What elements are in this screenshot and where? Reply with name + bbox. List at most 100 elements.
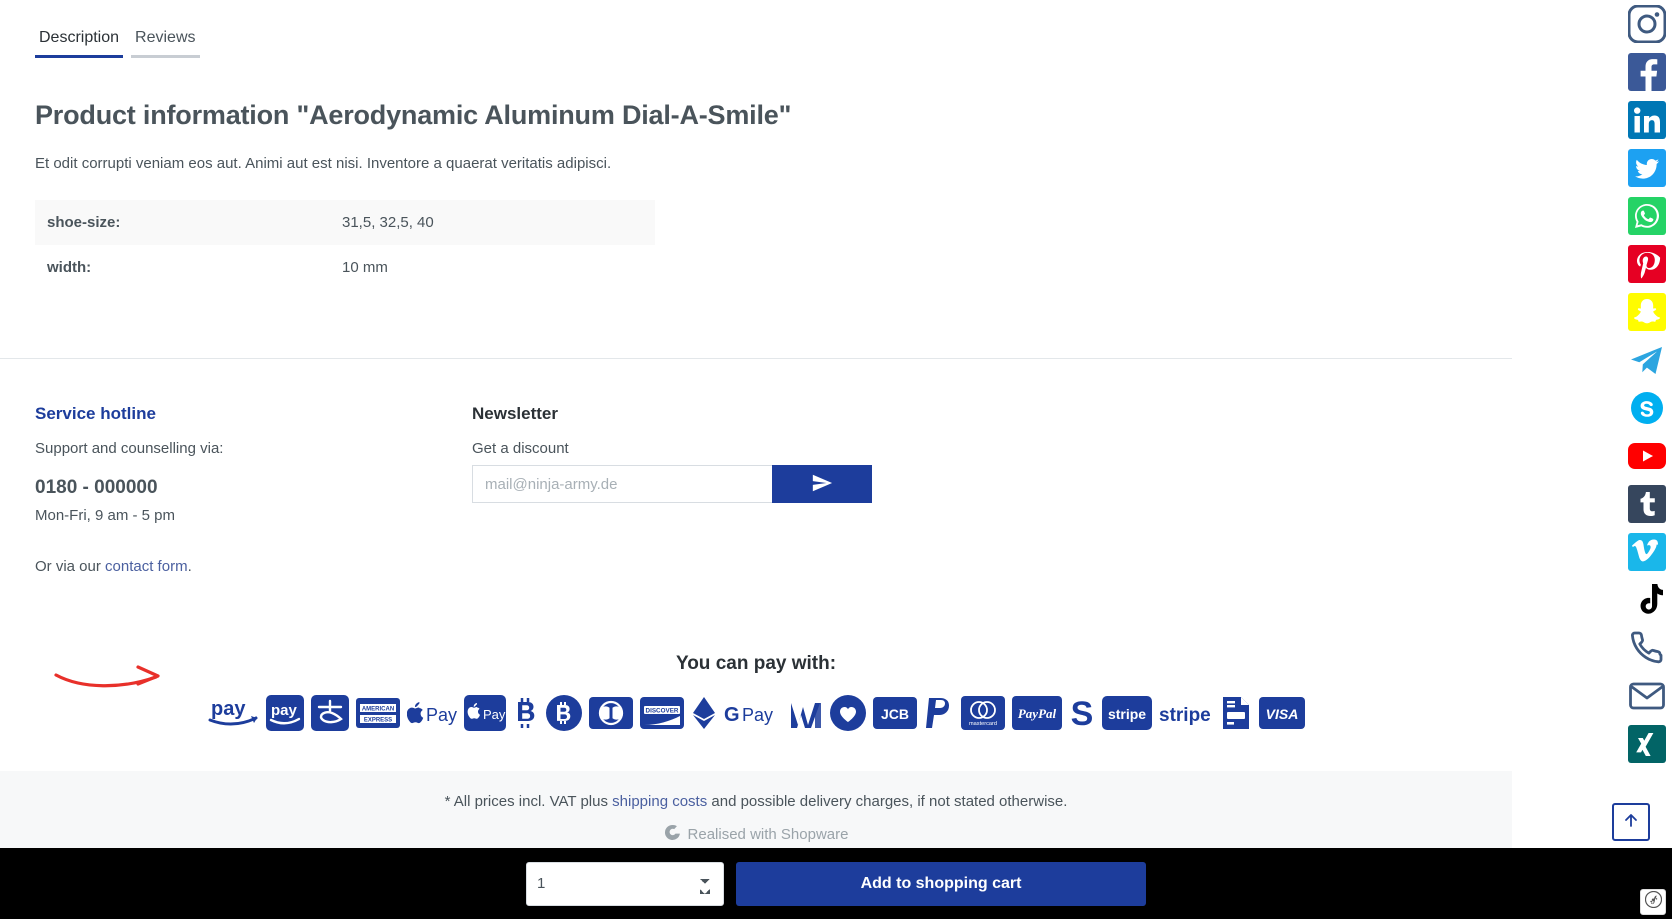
youtube-icon	[1627, 441, 1666, 471]
amazon-pay-icon: pay	[207, 695, 259, 731]
linkedin-icon	[1627, 100, 1666, 139]
social-link-tiktok[interactable]	[1624, 576, 1669, 623]
telegram-icon	[1628, 341, 1666, 379]
ethereum-icon	[691, 695, 717, 731]
sofort-icon: S	[1069, 695, 1095, 731]
social-link-linkedin[interactable]	[1624, 96, 1669, 143]
skype-icon	[1628, 389, 1666, 427]
apple-pay-box-icon: Pay	[464, 695, 506, 732]
whatsapp-icon	[1627, 196, 1666, 235]
newsletter-title: Newsletter	[472, 404, 558, 424]
add-to-cart-button[interactable]: Add to shopping cart	[736, 861, 1146, 906]
svg-text:Pay: Pay	[483, 707, 506, 722]
instagram-icon	[1627, 4, 1666, 43]
xing-icon	[1627, 724, 1666, 763]
quantity-select[interactable]: 1	[526, 861, 724, 906]
contact-form-link[interactable]: contact form	[105, 558, 188, 575]
social-link-twitter[interactable]	[1624, 144, 1669, 191]
american-express-icon: AMERICAN EXPRESS	[356, 695, 400, 731]
newsletter-email-input[interactable]	[472, 465, 772, 504]
discover-icon: DISCOVER	[640, 695, 684, 731]
social-link-whatsapp[interactable]	[1624, 192, 1669, 239]
svg-text:stripe: stripe	[1159, 705, 1211, 726]
svg-text:DISCOVER: DISCOVER	[646, 708, 679, 715]
social-link-snapchat[interactable]	[1624, 288, 1669, 335]
bitcoin-circle-icon	[546, 695, 582, 732]
product-properties-table: shoe-size: 31,5, 32,5, 40 width: 10 mm	[35, 200, 655, 290]
svg-text:AMERICAN: AMERICAN	[362, 707, 394, 713]
alipay-icon	[311, 695, 349, 732]
tiktok-icon	[1630, 581, 1664, 619]
newsletter-form	[472, 465, 872, 504]
page-content: Description Reviews Product information …	[0, 0, 1512, 872]
social-link-skype[interactable]	[1624, 384, 1669, 431]
svg-text:PayPal: PayPal	[1018, 706, 1057, 721]
shipping-costs-link[interactable]: shipping costs	[612, 793, 707, 810]
svg-text:mastercard: mastercard	[969, 721, 997, 727]
svg-text:S: S	[1071, 695, 1094, 731]
page-title: Product information "Aerodynamic Aluminu…	[35, 100, 792, 131]
mastercard-icon: mastercard	[961, 695, 1005, 731]
payment-icon-row: pay pay AMERICAN EXPRESS Pay Pay DISCOVE…	[0, 695, 1512, 732]
service-hotline-hours: Mon-Fri, 9 am - 5 pm	[35, 507, 176, 525]
social-link-pinterest[interactable]	[1624, 240, 1669, 287]
bitcoin-icon	[513, 695, 539, 731]
footer-columns: Service hotline Support and counselling …	[0, 359, 1512, 595]
shopware-credit: Realised with Shopware	[0, 824, 1512, 845]
property-label: shoe-size:	[47, 214, 121, 232]
social-link-xing[interactable]	[1624, 720, 1669, 767]
svg-text:G: G	[724, 704, 740, 726]
contact-form-suffix: .	[187, 558, 192, 576]
contact-form-prefix: Or via our	[35, 558, 106, 576]
table-row: width: 10 mm	[35, 245, 655, 290]
svg-text:VISA: VISA	[1266, 706, 1299, 722]
social-link-vimeo[interactable]	[1624, 528, 1669, 575]
invoice-icon	[1220, 695, 1252, 731]
google-pay-icon: G Pay	[724, 695, 782, 731]
svg-text:pay: pay	[211, 698, 246, 720]
social-sidebar	[1622, 0, 1672, 768]
service-hotline-phone: 0180 - 000000	[35, 477, 158, 499]
tumblr-icon	[1627, 484, 1666, 523]
vat-notice: * All prices incl. VAT plus shipping cos…	[0, 793, 1512, 810]
social-link-instagram[interactable]	[1624, 0, 1669, 47]
payment-methods-block: You can pay with: pay pay AMERICAN EXPRE…	[0, 653, 1512, 732]
vat-notice-suffix: and possible delivery charges, if not st…	[707, 793, 1068, 811]
vimeo-icon	[1627, 532, 1666, 571]
wirecard-icon	[789, 695, 823, 731]
social-link-tumblr[interactable]	[1624, 480, 1669, 527]
social-link-phone[interactable]	[1624, 624, 1669, 671]
shopware-logo-icon	[664, 824, 681, 845]
service-hotline-subtitle: Support and counselling via:	[35, 440, 224, 458]
pinterest-icon	[1627, 244, 1666, 283]
vat-notice-prefix: * All prices incl. VAT plus	[444, 793, 613, 811]
svg-text:Pay: Pay	[742, 705, 773, 725]
property-label: width:	[47, 259, 92, 277]
paypal-icon: PayPal	[1012, 695, 1062, 731]
svg-text:EXPRESS: EXPRESS	[364, 718, 392, 724]
jcb-icon: JCB	[873, 695, 917, 731]
social-link-facebook[interactable]	[1624, 48, 1669, 95]
twitter-icon	[1627, 148, 1666, 187]
scroll-to-top-button[interactable]	[1612, 803, 1650, 841]
service-hotline-title: Service hotline	[35, 404, 156, 424]
product-description: Et odit corrupti veniam eos aut. Animi a…	[35, 155, 612, 173]
social-link-youtube[interactable]	[1624, 432, 1669, 479]
social-link-email[interactable]	[1624, 672, 1669, 719]
tab-description[interactable]: Description	[35, 28, 124, 59]
phone-icon	[1630, 631, 1664, 665]
symfony-icon	[1644, 890, 1662, 913]
diners-club-icon	[589, 695, 633, 731]
description-panel: Product information "Aerodynamic Aluminu…	[0, 98, 1512, 290]
symfony-toolbar-badge[interactable]	[1640, 889, 1666, 915]
stripe-box-icon: stripe	[1102, 695, 1152, 731]
shopware-credit-text: Realised with Shopware	[687, 826, 849, 844]
apple-pay-icon: Pay	[407, 695, 457, 731]
property-value: 10 mm	[342, 259, 388, 277]
product-tabs: Description Reviews	[0, 0, 1512, 59]
sticky-buy-bar: 1 Add to shopping cart	[0, 848, 1672, 919]
social-link-telegram[interactable]	[1624, 336, 1669, 383]
amazon-pay-box-icon: pay	[266, 695, 304, 732]
tab-reviews[interactable]: Reviews	[131, 28, 200, 59]
newsletter-submit-button[interactable]	[772, 465, 872, 504]
